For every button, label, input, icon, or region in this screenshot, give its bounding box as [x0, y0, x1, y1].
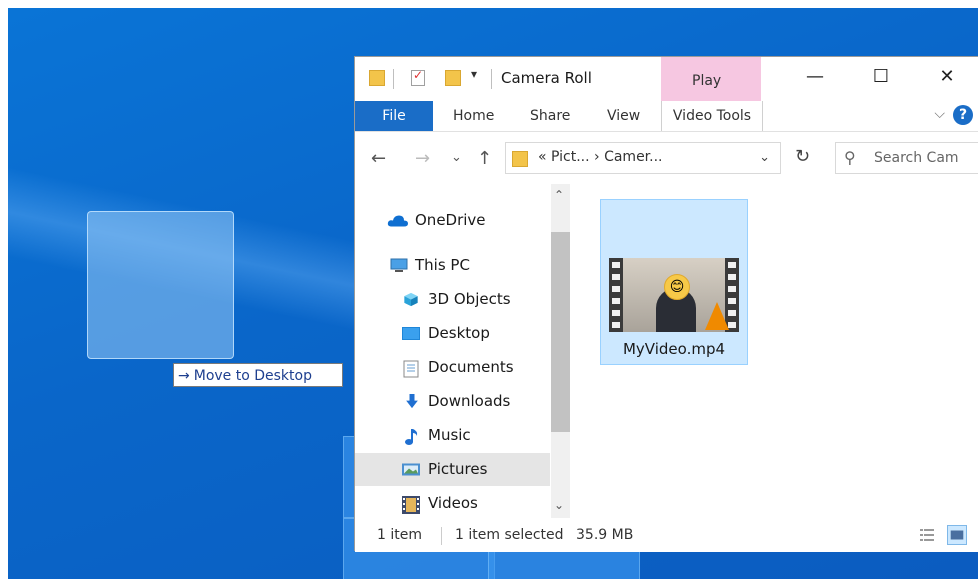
search-box[interactable]: ⚲ Search Cam: [835, 142, 978, 174]
nav-label: OneDrive: [415, 211, 486, 229]
nav-item-documents[interactable]: Documents: [355, 351, 550, 384]
arrow-right-icon: →: [178, 368, 190, 384]
up-arrow-icon[interactable]: ↑: [477, 148, 492, 169]
tab-file[interactable]: File: [355, 101, 433, 131]
chevron-down-icon[interactable]: ⌄: [759, 150, 770, 165]
video-thumbnail: 😊: [609, 258, 739, 332]
help-icon[interactable]: ?: [953, 105, 973, 125]
pc-icon: [390, 258, 408, 272]
maximize-button[interactable]: ☐: [855, 57, 907, 97]
nav-label: Videos: [428, 494, 478, 512]
separator: [441, 527, 442, 545]
drag-ghost-image: [87, 211, 234, 359]
breadcrumb[interactable]: « Pict... › Camer...: [538, 149, 663, 165]
back-arrow-icon[interactable]: ←: [371, 148, 386, 169]
cloud-icon: [387, 215, 408, 227]
nav-label: This PC: [415, 256, 470, 274]
ribbon-tabs: File Home Share View Video Tools ⌵ ?: [355, 101, 978, 132]
file-list: 😊 MyVideo.mp4: [571, 184, 978, 518]
scroll-up-icon[interactable]: ⌃: [554, 188, 564, 202]
nav-item-onedrive[interactable]: OneDrive: [355, 204, 550, 237]
nav-item-3d-objects[interactable]: 3D Objects: [355, 283, 550, 316]
explorer-window[interactable]: ▾ Camera Roll Play — ☐ ✕ File Home Share…: [354, 56, 978, 552]
nav-item-music[interactable]: Music: [355, 419, 550, 452]
nav-item-pictures[interactable]: Pictures: [355, 453, 550, 486]
context-group-label: Play: [692, 73, 722, 89]
vlc-cone-icon: [705, 302, 729, 330]
nav-item-desktop[interactable]: Desktop: [355, 317, 550, 350]
nav-label: Downloads: [428, 392, 511, 410]
file-item[interactable]: 😊 MyVideo.mp4: [600, 199, 748, 365]
nav-item-this-pc[interactable]: This PC: [355, 249, 550, 282]
nav-scrollbar[interactable]: ⌃ ⌄: [551, 184, 570, 518]
status-bar: 1 item 1 item selected 35.9 MB: [355, 519, 978, 552]
title-bar[interactable]: ▾ Camera Roll Play — ☐ ✕: [355, 57, 978, 101]
folder-icon: [512, 151, 528, 167]
film-strip: [609, 258, 623, 332]
quick-access-dropdown-icon[interactable]: ▾: [471, 67, 477, 81]
picture-icon: [402, 463, 420, 476]
smiley-face-icon: 😊: [664, 274, 690, 300]
close-button[interactable]: ✕: [921, 57, 973, 97]
separator: [491, 69, 492, 89]
large-icons-view-icon[interactable]: [947, 525, 967, 545]
document-icon: [403, 360, 419, 378]
refresh-icon[interactable]: ↻: [795, 146, 810, 167]
tab-share[interactable]: Share: [530, 101, 570, 131]
nav-item-videos[interactable]: Videos: [355, 487, 550, 520]
cube-icon: [404, 292, 418, 307]
desktop-icon: [402, 327, 420, 340]
download-icon: [406, 394, 418, 409]
minimize-button[interactable]: —: [789, 57, 841, 97]
nav-item-downloads[interactable]: Downloads: [355, 385, 550, 418]
music-icon: [405, 429, 418, 445]
nav-label: Desktop: [428, 324, 490, 342]
details-view-icon[interactable]: [917, 525, 937, 545]
nav-label: Pictures: [428, 460, 488, 478]
nav-label: Documents: [428, 358, 514, 376]
recent-locations-icon[interactable]: ⌄: [451, 150, 462, 165]
navigation-pane: OneDrive This PC 3D Objects Desktop Docu…: [355, 184, 550, 518]
nav-label: Music: [428, 426, 471, 444]
file-name: MyVideo.mp4: [622, 340, 726, 358]
search-placeholder: Search Cam: [874, 150, 959, 166]
new-folder-icon[interactable]: [445, 70, 461, 86]
drag-tooltip: → Move to Desktop: [173, 363, 343, 387]
video-icon: [402, 496, 420, 514]
tab-home[interactable]: Home: [453, 101, 494, 131]
nav-label: 3D Objects: [428, 290, 511, 308]
item-count: 1 item: [377, 527, 422, 543]
scroll-down-icon[interactable]: ⌄: [554, 498, 564, 512]
window-title: Camera Roll: [501, 69, 592, 87]
folder-icon: [369, 70, 385, 86]
context-tab-group: Play: [661, 57, 761, 101]
address-bar[interactable]: « Pict... › Camer... ⌄: [505, 142, 781, 174]
separator: [393, 69, 394, 89]
chevron-down-icon[interactable]: ⌵: [934, 106, 945, 122]
tab-video-tools[interactable]: Video Tools: [661, 101, 763, 131]
selection-size: 35.9 MB: [576, 527, 634, 543]
scrollbar-thumb[interactable]: [551, 232, 570, 432]
drag-tooltip-label: Move to Desktop: [193, 368, 312, 384]
address-toolbar: ← → ⌄ ↑ « Pict... › Camer... ⌄ ↻ ⚲ Searc…: [355, 132, 978, 184]
search-icon: ⚲: [844, 148, 856, 167]
properties-icon[interactable]: [411, 68, 425, 86]
forward-arrow-icon[interactable]: →: [415, 148, 430, 169]
tab-view[interactable]: View: [607, 101, 640, 131]
selection-status: 1 item selected: [455, 527, 564, 543]
